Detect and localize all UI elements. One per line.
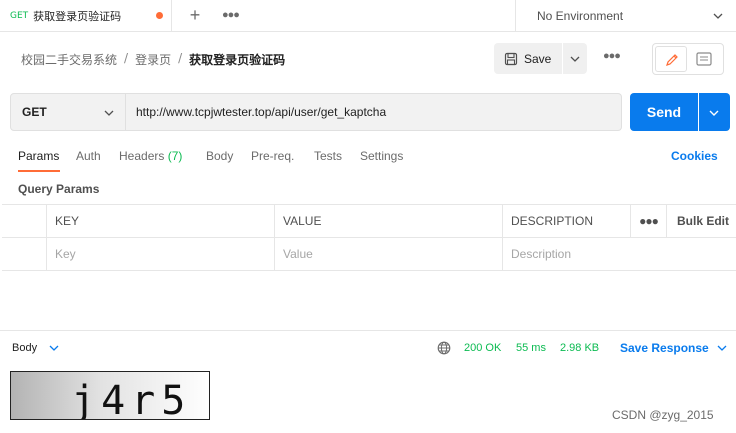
tab-body[interactable]: Body (206, 149, 233, 163)
document-icon (696, 52, 712, 66)
http-method-label: GET (22, 105, 47, 119)
response-size[interactable]: 2.98 KB (560, 342, 599, 354)
chevron-down-icon (717, 345, 727, 351)
chevron-down-icon (709, 110, 719, 116)
send-label: Send (646, 104, 682, 120)
save-label: Save (524, 51, 552, 66)
table-row: Key Value Description (2, 238, 736, 271)
tab-more-icon[interactable]: ●●● (222, 6, 240, 24)
tab-tests[interactable]: Tests (314, 149, 342, 163)
http-method-select[interactable]: GET (10, 93, 126, 131)
request-header: 校园二手交易系统 / 登录页 / 获取登录页验证码 Save ●●● (0, 33, 736, 85)
breadcrumb: 校园二手交易系统 / 登录页 / 获取登录页验证码 (21, 51, 285, 68)
column-options-icon[interactable]: ●●● (631, 205, 667, 237)
query-params-table: KEY VALUE DESCRIPTION ●●● Bulk Edit Key … (2, 204, 736, 271)
save-dropdown-button[interactable] (563, 43, 587, 74)
tab-headers[interactable]: Headers (7) (119, 149, 182, 163)
checkbox-column-header (2, 205, 47, 237)
key-placeholder: Key (55, 247, 76, 261)
table-header-row: KEY VALUE DESCRIPTION ●●● Bulk Edit (2, 205, 736, 238)
value-placeholder: Value (283, 247, 313, 261)
tab-pre-request[interactable]: Pre-req. (251, 149, 294, 163)
column-header-key: KEY (47, 205, 275, 237)
response-body-label: Body (12, 342, 38, 354)
pencil-icon (666, 54, 678, 66)
send-dropdown-button[interactable] (699, 93, 730, 131)
tab-settings[interactable]: Settings (360, 149, 403, 163)
captcha-image: j4r5 (10, 371, 210, 420)
view-mode-toggle (652, 43, 724, 75)
environment-label: No Environment (537, 9, 624, 23)
description-input[interactable]: Description (503, 238, 736, 270)
environment-select[interactable]: No Environment (515, 0, 736, 32)
tab-headers-label: Headers (119, 149, 165, 163)
chevron-down-icon (570, 56, 580, 62)
bulk-edit-button[interactable]: Bulk Edit (667, 205, 736, 237)
chevron-down-icon (713, 13, 723, 19)
response-bar: Body 200 OK 55 ms 2.98 KB Save Response (0, 330, 736, 365)
column-header-description: DESCRIPTION (503, 205, 631, 237)
send-button[interactable]: Send (630, 93, 698, 131)
active-tab-indicator (18, 170, 60, 172)
globe-icon[interactable] (437, 341, 451, 355)
save-button[interactable]: Save (494, 43, 562, 74)
url-input[interactable] (126, 93, 622, 131)
chevron-down-icon (49, 345, 59, 351)
request-tab-method: GET (10, 11, 29, 21)
more-options-icon[interactable]: ●●● (603, 50, 621, 62)
tab-bar: GET 获取登录页验证码 + ●●● No Environment (0, 0, 736, 32)
breadcrumb-current[interactable]: 获取登录页验证码 (189, 51, 285, 68)
captcha-text: j4r5 (71, 378, 191, 420)
save-disk-icon (504, 52, 518, 65)
new-tab-plus-icon[interactable]: + (186, 4, 204, 26)
key-input[interactable]: Key (47, 238, 275, 270)
request-tab-name: 获取登录页验证码 (33, 10, 122, 23)
response-time[interactable]: 55 ms (516, 342, 546, 354)
breadcrumb-collection[interactable]: 校园二手交易系统 (21, 51, 117, 68)
watermark-text: CSDN @zyg_2015 (612, 408, 714, 422)
row-checkbox-cell (2, 238, 47, 270)
tab-headers-count: (7) (167, 149, 183, 163)
tab-params[interactable]: Params (18, 149, 59, 163)
unsaved-dot-icon (156, 12, 163, 19)
request-tabs: Params Auth Headers (7) Body Pre-req. Te… (0, 146, 736, 172)
save-response-label: Save Response (620, 341, 709, 355)
breadcrumb-separator: / (124, 51, 129, 65)
edit-mode-button[interactable] (655, 46, 687, 72)
breadcrumb-separator: / (178, 51, 183, 65)
chevron-down-icon (104, 110, 114, 116)
request-tab[interactable]: GET 获取登录页验证码 (0, 0, 172, 32)
breadcrumb-folder[interactable]: 登录页 (135, 51, 171, 68)
tab-auth[interactable]: Auth (76, 149, 101, 163)
response-body-select[interactable]: Body (12, 342, 60, 354)
value-input[interactable]: Value (275, 238, 503, 270)
cookies-link[interactable]: Cookies (671, 149, 718, 163)
response-status[interactable]: 200 OK (464, 342, 501, 354)
column-header-value: VALUE (275, 205, 503, 237)
save-response-button[interactable]: Save Response (620, 341, 728, 355)
query-params-title: Query Params (18, 182, 100, 196)
description-placeholder: Description (511, 247, 572, 261)
